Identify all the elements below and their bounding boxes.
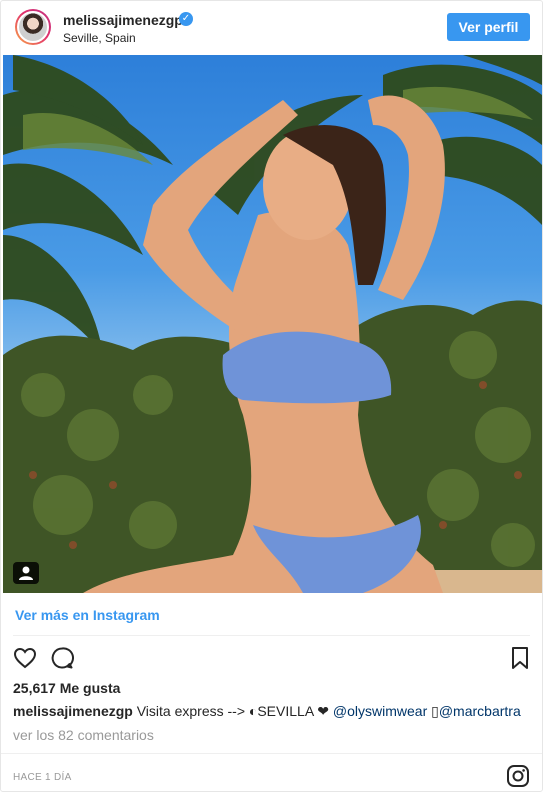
heart-icon[interactable] — [13, 646, 37, 670]
caption-username[interactable]: melissajimenezgp — [13, 703, 133, 719]
instagram-icon[interactable] — [506, 764, 530, 788]
photo-illustration — [3, 55, 542, 593]
post-timestamp[interactable]: HACE 1 DÍA — [13, 772, 72, 783]
avatar[interactable] — [15, 9, 51, 45]
post-header: melissajimenezgp ✓ Seville, Spain Ver pe… — [1, 1, 542, 55]
view-more-on-instagram-link[interactable]: Ver más en Instagram — [15, 607, 160, 623]
divider — [13, 635, 530, 636]
post-photo[interactable] — [3, 55, 542, 593]
mention-olyswimwear[interactable]: @olyswimwear — [333, 703, 427, 719]
username[interactable]: melissajimenezgp — [63, 12, 183, 28]
view-comments-link[interactable]: ver los 82 comentarios — [13, 727, 154, 743]
location[interactable]: Seville, Spain — [63, 31, 136, 45]
divider — [1, 753, 542, 754]
avatar-image — [17, 11, 49, 43]
likes-count[interactable]: 25,617 Me gusta — [13, 680, 120, 696]
post-caption: melissajimenezgp Visita express --> ◐SEV… — [13, 703, 521, 720]
bookmark-icon[interactable] — [508, 646, 532, 670]
mention-marcbartra[interactable]: @marcbartra — [439, 703, 521, 719]
heart-emoji-icon: ❤ — [317, 703, 330, 719]
verified-badge-icon: ✓ — [179, 12, 193, 26]
caption-text: Visita express --> ◐SEVILLA — [136, 703, 318, 719]
caption-separator: ▯ — [427, 703, 439, 719]
user-tag-icon[interactable] — [13, 562, 39, 584]
view-profile-button[interactable]: Ver perfil — [447, 13, 530, 41]
comment-icon[interactable] — [50, 646, 74, 670]
instagram-embed-card: melissajimenezgp ✓ Seville, Spain Ver pe… — [0, 0, 543, 792]
